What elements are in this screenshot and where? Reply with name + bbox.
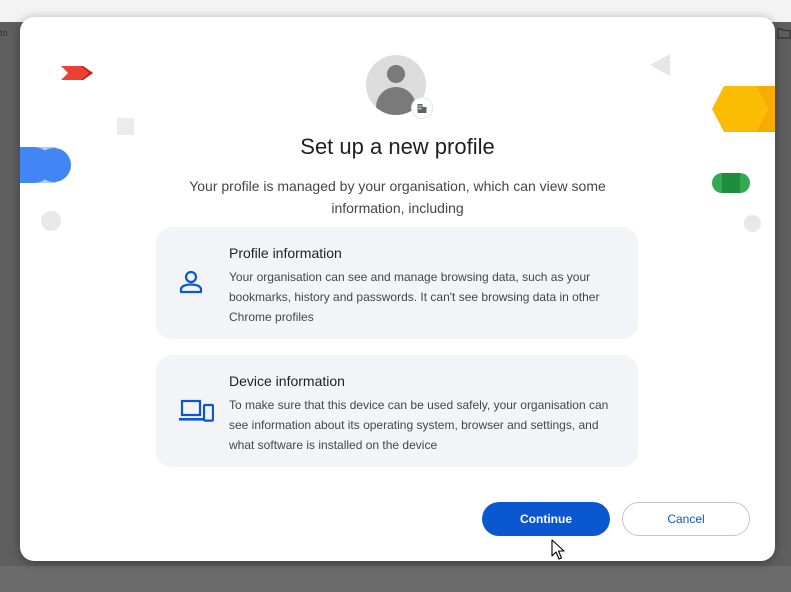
mouse-cursor-icon	[551, 539, 565, 560]
dialog-title: Set up a new profile	[300, 134, 495, 159]
device-information-text: To make sure that this device can be use…	[229, 398, 609, 452]
avatar-head	[387, 65, 405, 83]
person-icon	[179, 270, 203, 294]
cancel-button[interactable]: Cancel	[622, 502, 750, 536]
managed-badge	[412, 98, 432, 118]
background-edge-text: to	[0, 28, 8, 38]
profile-information-text: Your organisation can see and manage bro…	[229, 270, 600, 324]
profile-information-card: Profile information Your organisation ca…	[156, 227, 638, 339]
yellow-hexagon-decoration-icon	[712, 86, 775, 132]
dialog-subtitle: Your profile is managed by your organisa…	[189, 178, 606, 216]
folder-icon	[777, 28, 791, 39]
continue-button[interactable]: Continue	[482, 502, 610, 536]
device-information-heading: Device information	[229, 373, 345, 389]
managed-building-icon	[417, 104, 427, 113]
grey-triangle-decoration-icon	[650, 54, 670, 76]
profile-information-heading: Profile information	[229, 245, 342, 261]
red-arrow-decoration-icon	[61, 66, 93, 80]
profile-setup-dialog: Set up a new profile Your profile is man…	[20, 17, 775, 561]
green-pill-decoration-icon	[712, 173, 750, 193]
background-window-bottom	[0, 566, 791, 592]
device-information-card: Device information To make sure that thi…	[156, 355, 638, 467]
grey-square-decoration	[117, 118, 134, 135]
avatar-body	[376, 87, 416, 115]
devices-icon	[179, 399, 214, 422]
grey-dot-right-decoration	[744, 215, 761, 232]
grey-dot-left-decoration	[41, 211, 61, 231]
